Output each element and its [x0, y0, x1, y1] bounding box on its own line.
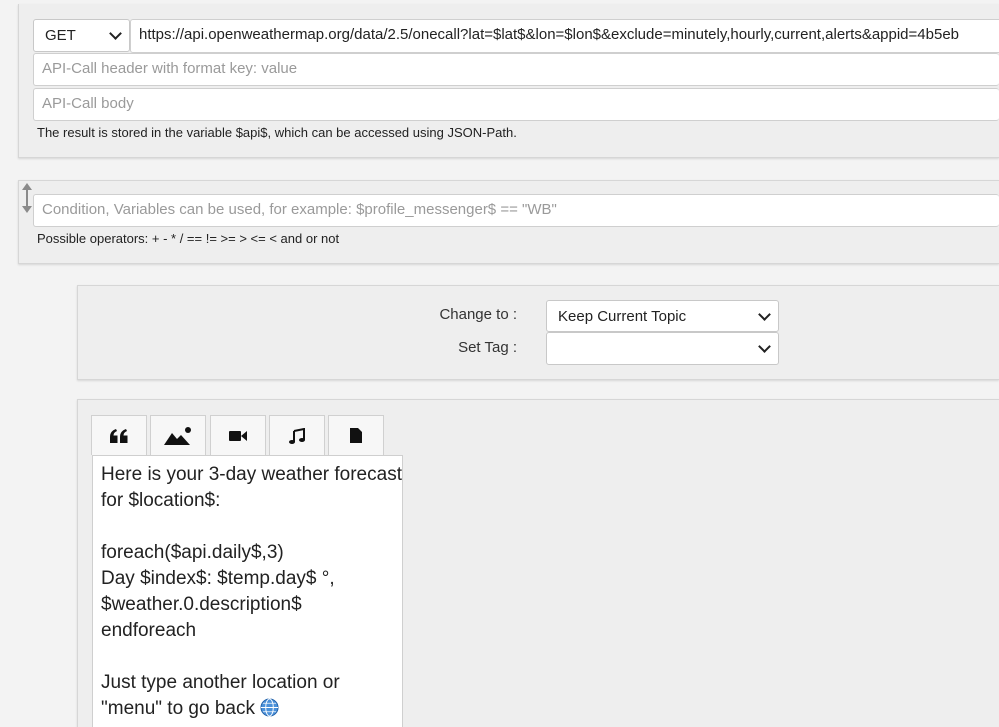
operators-note: Possible operators: + - * / == != >= > <… [37, 231, 340, 246]
drag-handle-icon[interactable] [21, 183, 33, 218]
condition-input[interactable]: Condition, Variables can be used, for ex… [33, 194, 999, 227]
message-line: for $location$: [101, 490, 221, 511]
globe-icon [260, 698, 279, 717]
message-textarea[interactable]: Here is your 3-day weather forecast for … [92, 455, 403, 727]
tab-video[interactable] [210, 415, 266, 455]
api-result-note: The result is stored in the variable $ap… [37, 125, 517, 140]
tab-audio[interactable] [269, 415, 325, 455]
api-body-input[interactable]: API-Call body [33, 88, 999, 121]
http-method-select[interactable]: GET [33, 19, 130, 52]
tab-file[interactable] [328, 415, 384, 455]
message-line-last: "menu" to go back [101, 696, 402, 722]
tab-image[interactable] [150, 415, 206, 455]
message-line: $weather.0.description$ [101, 594, 302, 615]
chevron-down-icon [758, 340, 771, 353]
api-url-input[interactable]: https://api.openweathermap.org/data/2.5/… [130, 19, 999, 53]
http-method-value: GET [45, 27, 76, 44]
message-line: foreach($api.daily$,3) [101, 542, 284, 563]
condition-placeholder: Condition, Variables can be used, for ex… [42, 201, 557, 218]
api-body-placeholder: API-Call body [42, 95, 134, 112]
message-line: Day $index$: $temp.day$ °, [101, 568, 335, 589]
message-line: Just type another location or [101, 672, 340, 693]
api-header-input[interactable]: API-Call header with format key: value [33, 53, 999, 86]
chevron-down-icon [758, 307, 771, 321]
change-to-value: Keep Current Topic [558, 307, 687, 325]
quote-icon [110, 428, 128, 443]
change-to-label: Change to : [439, 306, 517, 323]
message-line [101, 644, 402, 670]
message-line-text: "menu" to go back [101, 698, 255, 719]
message-line: Here is your 3-day weather forecast [101, 464, 402, 485]
topic-panel [77, 285, 999, 380]
file-icon [350, 428, 362, 443]
api-url-value: https://api.openweathermap.org/data/2.5/… [139, 26, 959, 43]
chevron-down-icon [109, 27, 122, 40]
change-to-select[interactable]: Keep Current Topic [546, 300, 779, 332]
api-header-placeholder: API-Call header with format key: value [42, 60, 298, 77]
image-icon [164, 426, 191, 445]
set-tag-select[interactable] [546, 332, 779, 365]
tab-text[interactable] [91, 415, 147, 455]
video-icon [229, 430, 247, 441]
music-icon [289, 427, 305, 444]
message-line [101, 514, 402, 540]
message-line: endforeach [101, 620, 197, 641]
set-tag-label: Set Tag : [458, 339, 517, 356]
